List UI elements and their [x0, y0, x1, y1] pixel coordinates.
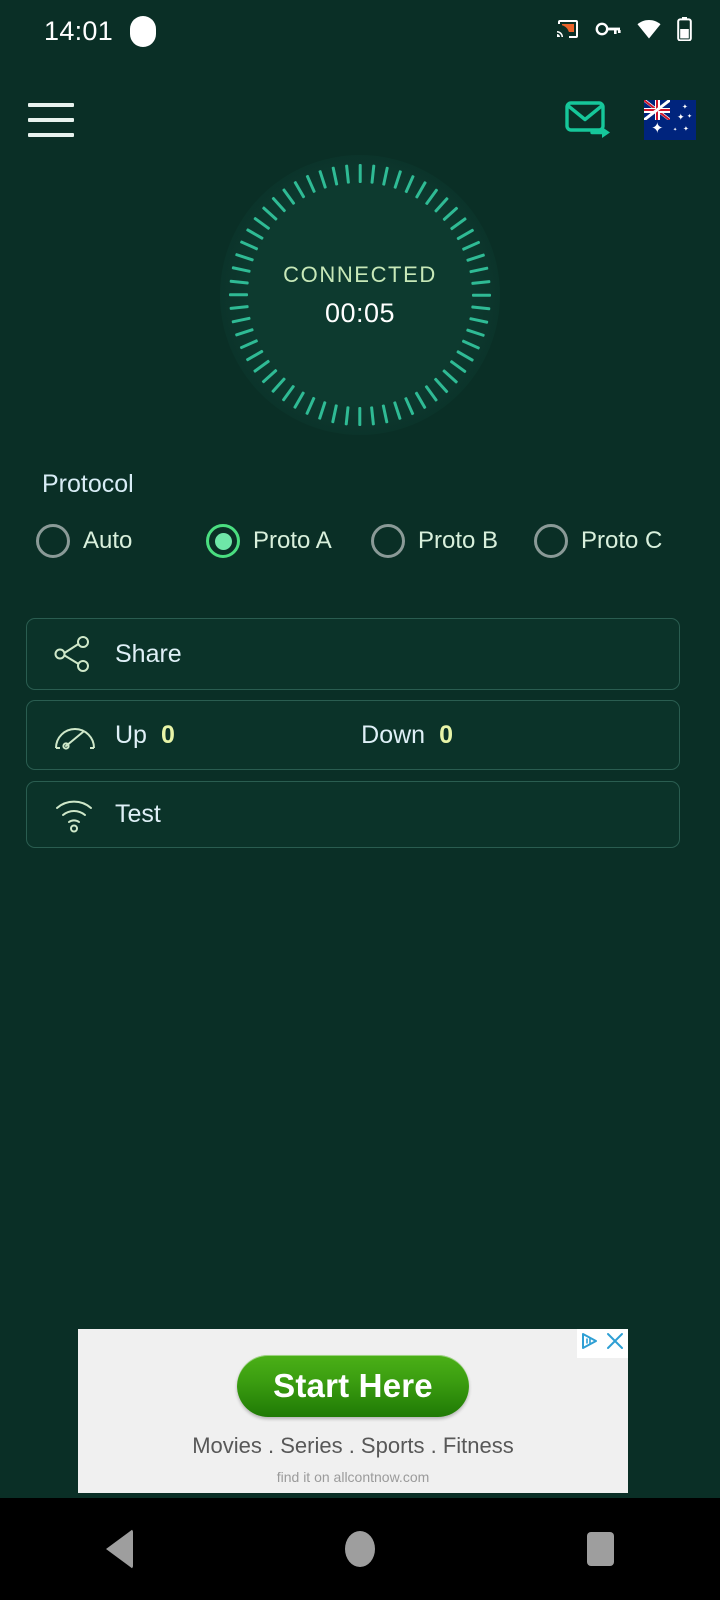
battery-icon — [677, 16, 692, 46]
dial-tick — [472, 293, 491, 297]
protocol-option-proto-c[interactable]: Proto C — [534, 524, 684, 558]
dial-labels: CONNECTED 00:05 — [220, 155, 500, 435]
flag-star: ✦ — [687, 113, 693, 120]
status-bar: 14:01 — [0, 0, 720, 62]
hamburger-line — [28, 103, 74, 107]
protocol-option-label: Auto — [83, 527, 133, 554]
australia-flag-icon[interactable]: ✦ ✦ ✦ ✦ ✦ ✦ — [644, 100, 696, 140]
share-row[interactable]: Share — [26, 618, 680, 690]
protocol-option-label: Proto B — [418, 527, 499, 554]
upload-value: 0 — [160, 720, 175, 749]
flag-star: ✦ — [683, 125, 689, 133]
upload-speed-group: Up 0 — [115, 721, 175, 750]
ad-categories: Movies . Series . Sports . Fitness — [192, 1433, 514, 1458]
speed-row[interactable]: Up 0 Down 0 — [26, 700, 680, 770]
union-jack — [644, 100, 670, 120]
home-circle-icon[interactable] — [345, 1531, 375, 1567]
ad-cta-button[interactable]: Start Here — [237, 1355, 469, 1417]
protocol-option-proto-b[interactable]: Proto B — [371, 524, 534, 558]
dial-tick — [229, 293, 248, 297]
connection-timer: 00:05 — [324, 297, 396, 328]
android-nav-bar — [0, 1498, 720, 1600]
status-bar-icons — [554, 16, 692, 46]
radio-circle-icon — [534, 524, 568, 558]
radio-circle-icon — [206, 524, 240, 558]
wifi-signal-icon — [53, 796, 99, 834]
protocol-option-label: Proto C — [581, 527, 663, 554]
recents-square-icon[interactable] — [587, 1532, 614, 1566]
commonwealth-star: ✦ — [651, 119, 664, 137]
vpn-key-icon — [595, 20, 621, 43]
cast-icon — [554, 17, 580, 46]
protocol-section-title: Protocol — [42, 470, 134, 498]
connection-dial-area: CONNECTED 00:05 — [0, 150, 720, 440]
test-label: Test — [115, 800, 161, 828]
download-label: Down — [361, 720, 426, 749]
hamburger-line — [28, 118, 74, 122]
flag-star: ✦ — [673, 127, 678, 133]
flag-star: ✦ — [682, 103, 688, 111]
protocol-radio-group: Auto Proto A Proto B Proto C — [36, 518, 684, 564]
radio-circle-icon — [371, 524, 405, 558]
ad-badges — [577, 1329, 628, 1358]
back-triangle-icon[interactable] — [106, 1529, 133, 1569]
flag-star: ✦ — [677, 113, 685, 123]
upload-label: Up — [115, 720, 147, 749]
connection-status-text: CONNECTED — [283, 261, 437, 287]
radio-circle-icon — [36, 524, 70, 558]
speedometer-icon — [53, 718, 99, 752]
hamburger-menu-icon[interactable] — [28, 103, 74, 137]
download-speed-group: Down 0 — [361, 721, 453, 750]
test-row[interactable]: Test — [26, 781, 680, 848]
share-label: Share — [115, 639, 182, 668]
share-nodes-icon — [53, 634, 99, 674]
app-root: 14:01 ✦ ✦ ✦ ✦ ✦ ✦ CONNECTED 00:05 Protoc… — [0, 0, 720, 1600]
wifi-icon — [636, 19, 662, 44]
download-value: 0 — [439, 720, 453, 749]
close-icon[interactable] — [605, 1331, 625, 1356]
ad-url-text: find it on allcontnow.com — [276, 1469, 430, 1485]
adchoices-icon[interactable] — [580, 1331, 600, 1356]
status-bar-clock: 14:01 — [44, 15, 114, 46]
ad-banner[interactable]: Start Here Movies . Series . Sports . Fi… — [78, 1329, 628, 1493]
protocol-option-label: Proto A — [253, 527, 332, 554]
mail-forward-icon[interactable] — [564, 97, 616, 144]
dial-tick — [358, 407, 362, 426]
protocol-option-proto-a[interactable]: Proto A — [206, 524, 371, 558]
hamburger-line — [28, 133, 74, 137]
protocol-option-auto[interactable]: Auto — [36, 524, 206, 558]
camera-dot-icon — [130, 15, 157, 47]
dial-tick — [358, 164, 362, 183]
app-header-actions: ✦ ✦ ✦ ✦ ✦ ✦ — [564, 97, 696, 144]
connection-dial[interactable]: CONNECTED 00:05 — [220, 155, 500, 435]
